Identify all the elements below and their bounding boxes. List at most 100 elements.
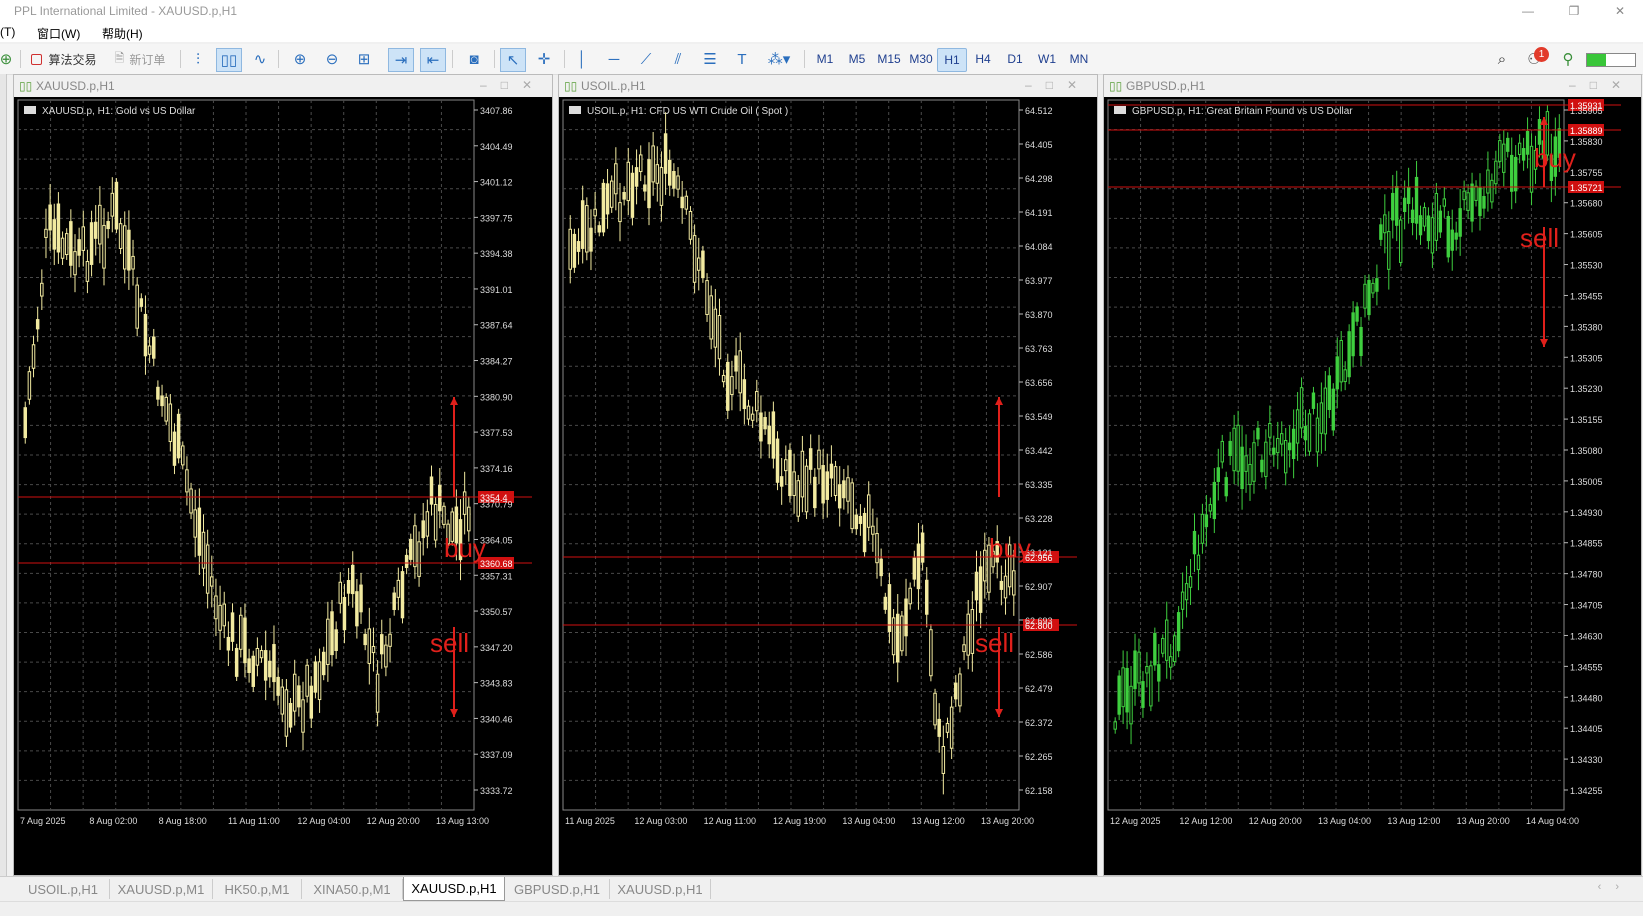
grid-icon[interactable]: ⊞ — [352, 48, 376, 70]
stop-icon — [31, 53, 43, 65]
candle-body — [717, 315, 722, 360]
line-chart-icon[interactable]: ∿ — [248, 48, 272, 70]
candle-body — [958, 673, 962, 707]
chart-window-header[interactable]: ▯▯ XAUUSD.p,H1 ‒□✕ — [14, 75, 552, 97]
window-controls[interactable]: ‒□✕ — [1569, 78, 1635, 92]
text-icon[interactable]: T — [730, 48, 754, 70]
candle-body — [1395, 186, 1399, 226]
candle-body — [796, 480, 800, 517]
add-icon[interactable]: ⊕ — [0, 48, 18, 70]
chart-window-xauusd[interactable]: ▯▯ XAUUSD.p,H1 ‒□✕ XAUUSD.p, H1: Gold vs… — [13, 74, 553, 876]
cursor-icon[interactable]: ↖ — [500, 48, 526, 72]
algo-trading-label: 算法交易 — [48, 52, 97, 67]
candle-body — [614, 163, 618, 195]
candle-body — [746, 405, 751, 420]
candle-body — [127, 229, 131, 271]
fibonacci-icon[interactable]: ☰ — [698, 48, 722, 70]
candle-body — [742, 379, 747, 410]
candle-body — [1335, 356, 1339, 390]
tab-xina50-m1[interactable]: XINA50.p,M1 — [302, 879, 403, 899]
buy-annotation: buy — [989, 533, 1031, 563]
horizontal-line-icon[interactable]: ─ — [602, 48, 626, 70]
candle-body — [1391, 192, 1395, 221]
minimize-button[interactable]: — — [1505, 0, 1551, 22]
candle-body — [1379, 224, 1383, 240]
new-order-button[interactable]: 🗎 新订单 — [110, 48, 170, 70]
price-chart-xauusd[interactable]: XAUUSD.p, H1: Gold vs US Dollar3368.6433… — [14, 97, 552, 875]
candle-body — [609, 180, 614, 208]
window-controls[interactable]: ‒□✕ — [1025, 78, 1091, 92]
tab-xauusd-m1[interactable]: XAUUSD.p,M1 — [110, 879, 213, 899]
candle-body — [920, 532, 925, 563]
timeframe-d1[interactable]: D1 — [1001, 48, 1029, 70]
search-icon[interactable]: ⌕ — [1490, 48, 1514, 70]
chart-shift-icon[interactable]: ⇤ — [420, 48, 446, 72]
candle-body — [1521, 148, 1526, 161]
candle-body — [263, 650, 268, 681]
timeframe-m30[interactable]: M30 — [907, 48, 935, 70]
autoscroll-icon[interactable]: ⇥ — [388, 48, 414, 72]
zoom-in-icon[interactable]: ⊕ — [288, 48, 312, 70]
candle-body — [139, 298, 144, 307]
candle-body — [205, 544, 210, 594]
timeframe-w1[interactable]: W1 — [1033, 48, 1061, 70]
candle-body — [1371, 282, 1375, 294]
price-chart-gbpusd[interactable]: GBPUSD.p, H1: Great Britain Pound vs US … — [1104, 97, 1641, 875]
tab-xauusd-h1[interactable]: XAUUSD.p,H1 — [610, 879, 711, 899]
candle-body — [680, 196, 684, 209]
maximize-button[interactable]: ❐ — [1551, 0, 1597, 22]
candle-body — [81, 226, 86, 251]
tab-scroll-arrows[interactable]: ‹› — [1598, 881, 1633, 893]
trendline-icon[interactable]: ⟋ — [634, 48, 658, 70]
chart-window-gbpusd[interactable]: ▯▯ GBPUSD.p,H1 ‒□✕ GBPUSD.p, H1: Great B… — [1103, 74, 1642, 876]
timeframe-m1[interactable]: M1 — [811, 48, 839, 70]
chart-window-header[interactable]: ▯▯ GBPUSD.p,H1 ‒□✕ — [1104, 75, 1641, 97]
price-axis-label: 62.265 — [1025, 752, 1053, 762]
crosshair-icon[interactable]: ✛ — [532, 48, 556, 70]
timeframe-h4[interactable]: H4 — [969, 48, 997, 70]
candlestick-chart-icon[interactable]: ▯▯ — [216, 48, 242, 72]
tab-hk50-m1[interactable]: HK50.p,M1 — [213, 879, 302, 899]
channel-icon[interactable]: ⫽ — [666, 48, 690, 70]
price-axis-label: 1.34930 — [1570, 508, 1603, 518]
candle-body — [954, 682, 958, 700]
candle-body — [168, 403, 173, 442]
price-axis-label: 63.335 — [1025, 480, 1053, 490]
price-chart-usoil[interactable]: USOIL.p, H1: CFD US WTI Crude Oil ( Spot… — [559, 97, 1097, 875]
chart-window-usoil[interactable]: ▯▯ USOIL.p,H1 ‒□✕ USOIL.p, H1: CFD US WT… — [558, 74, 1098, 876]
navigator-strip[interactable] — [0, 74, 7, 876]
bar-chart-icon[interactable]: ⫶ — [186, 48, 210, 70]
menu-tools[interactable]: (T) — [0, 25, 15, 39]
screenshot-icon[interactable]: ◙ — [462, 48, 486, 70]
window-controls[interactable]: ‒□✕ — [480, 78, 546, 92]
menu-help[interactable]: 帮助(H) — [102, 25, 143, 42]
candle-body — [1486, 169, 1490, 194]
candle-body — [417, 541, 421, 577]
vertical-line-icon[interactable]: │ — [570, 48, 594, 70]
close-button[interactable]: ✕ — [1597, 0, 1643, 22]
candle-body — [1450, 229, 1454, 251]
tab-gbpusd-h1[interactable]: GBPUSD.p,H1 — [505, 879, 610, 899]
candle-body — [1454, 232, 1458, 240]
zoom-out-icon[interactable]: ⊖ — [320, 48, 344, 70]
candle-body — [1196, 554, 1201, 571]
timeframe-m15[interactable]: M15 — [875, 48, 903, 70]
menu-window[interactable]: 窗口(W) — [37, 25, 80, 42]
tab-usoil-h1[interactable]: USOIL.p,H1 — [17, 879, 110, 899]
timeframe-mn[interactable]: MN — [1065, 48, 1093, 70]
candle-body — [77, 239, 81, 256]
candle-body — [1176, 612, 1181, 652]
candle-body — [576, 241, 581, 252]
candle-body — [1012, 570, 1016, 596]
timeframe-h1[interactable]: H1 — [937, 48, 967, 72]
tab-xauusd-h1-active[interactable]: XAUUSD.p,H1 — [403, 877, 505, 901]
candle-body — [1311, 392, 1316, 409]
candle-body — [85, 261, 90, 282]
chart-window-header[interactable]: ▯▯ USOIL.p,H1 ‒□✕ — [559, 75, 1097, 97]
timeframe-m5[interactable]: M5 — [843, 48, 871, 70]
algo-trading-button[interactable]: 算法交易 — [28, 48, 100, 70]
price-axis-label: 62.907 — [1025, 582, 1053, 592]
candle-body — [305, 664, 309, 697]
candle-body — [701, 250, 705, 279]
shapes-dropdown-icon[interactable]: ⁂▾ — [762, 48, 796, 70]
